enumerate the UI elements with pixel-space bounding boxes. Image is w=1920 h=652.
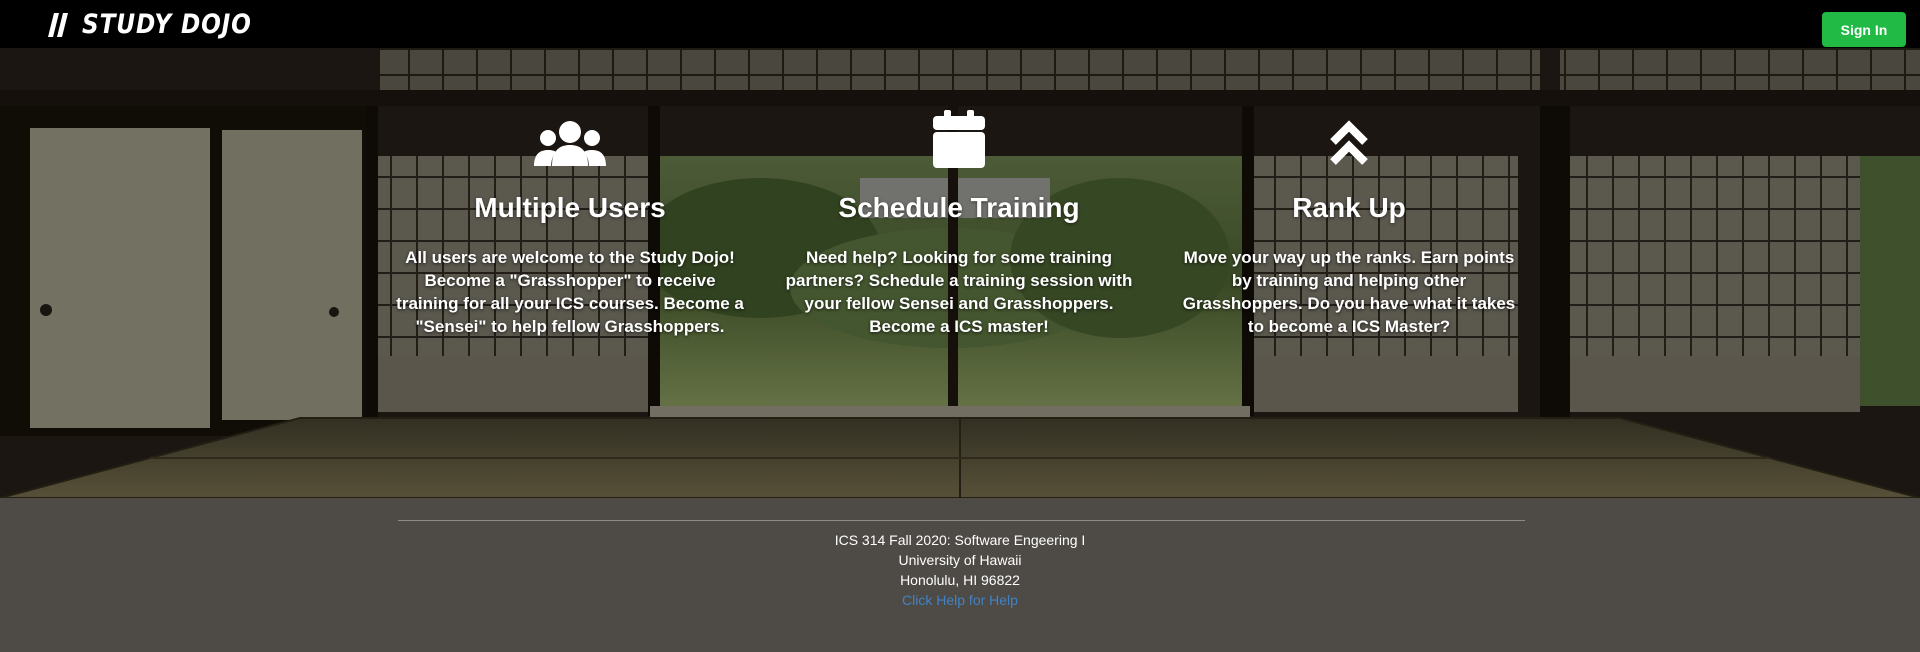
- footer-university-line: University of Hawaii: [898, 552, 1022, 568]
- feature-title: Multiple Users: [474, 192, 666, 223]
- footer-divider: [398, 520, 1525, 521]
- feature-icon-wrapper: [1169, 110, 1529, 168]
- page-footer: ICS 314 Fall 2020: Software Engeering I …: [0, 498, 1920, 652]
- top-navbar: STUDY DOJO Sign In: [0, 0, 1920, 48]
- study-dojo-logo[interactable]: STUDY DOJO: [48, 9, 279, 40]
- calendar-icon: [933, 110, 985, 168]
- footer-course-line: ICS 314 Fall 2020: Software Engeering I: [834, 532, 1086, 548]
- feature-title: Rank Up: [1292, 192, 1406, 223]
- hero-section: Multiple Users All users are welcome to …: [0, 48, 1920, 498]
- sign-in-button[interactable]: Sign In: [1822, 12, 1906, 47]
- feature-description: Need help? Looking for some training par…: [785, 248, 1133, 336]
- feature-icon-wrapper: [779, 110, 1139, 168]
- feature-description: All users are welcome to the Study Dojo!…: [396, 248, 744, 336]
- footer-address-line: Honolulu, HI 96822: [900, 572, 1020, 588]
- feature-icon-wrapper: [390, 110, 750, 168]
- feature-description: Move your way up the ranks. Earn points …: [1182, 248, 1516, 336]
- feature-multiple-users: Multiple Users All users are welcome to …: [390, 110, 750, 338]
- users-icon: [534, 121, 606, 166]
- feature-title: Schedule Training: [838, 192, 1080, 223]
- double-chevron-up-icon: [1330, 120, 1368, 165]
- feature-rank-up: Rank Up Move your way up the ranks. Earn…: [1169, 110, 1529, 338]
- help-link[interactable]: Click Help for Help: [902, 592, 1018, 608]
- logo-slash-icon: [48, 12, 68, 37]
- footer-info: ICS 314 Fall 2020: Software Engeering I …: [0, 530, 1920, 610]
- logo-text: STUDY DOJO: [82, 9, 252, 40]
- feature-schedule-training: Schedule Training Need help? Looking for…: [779, 110, 1139, 338]
